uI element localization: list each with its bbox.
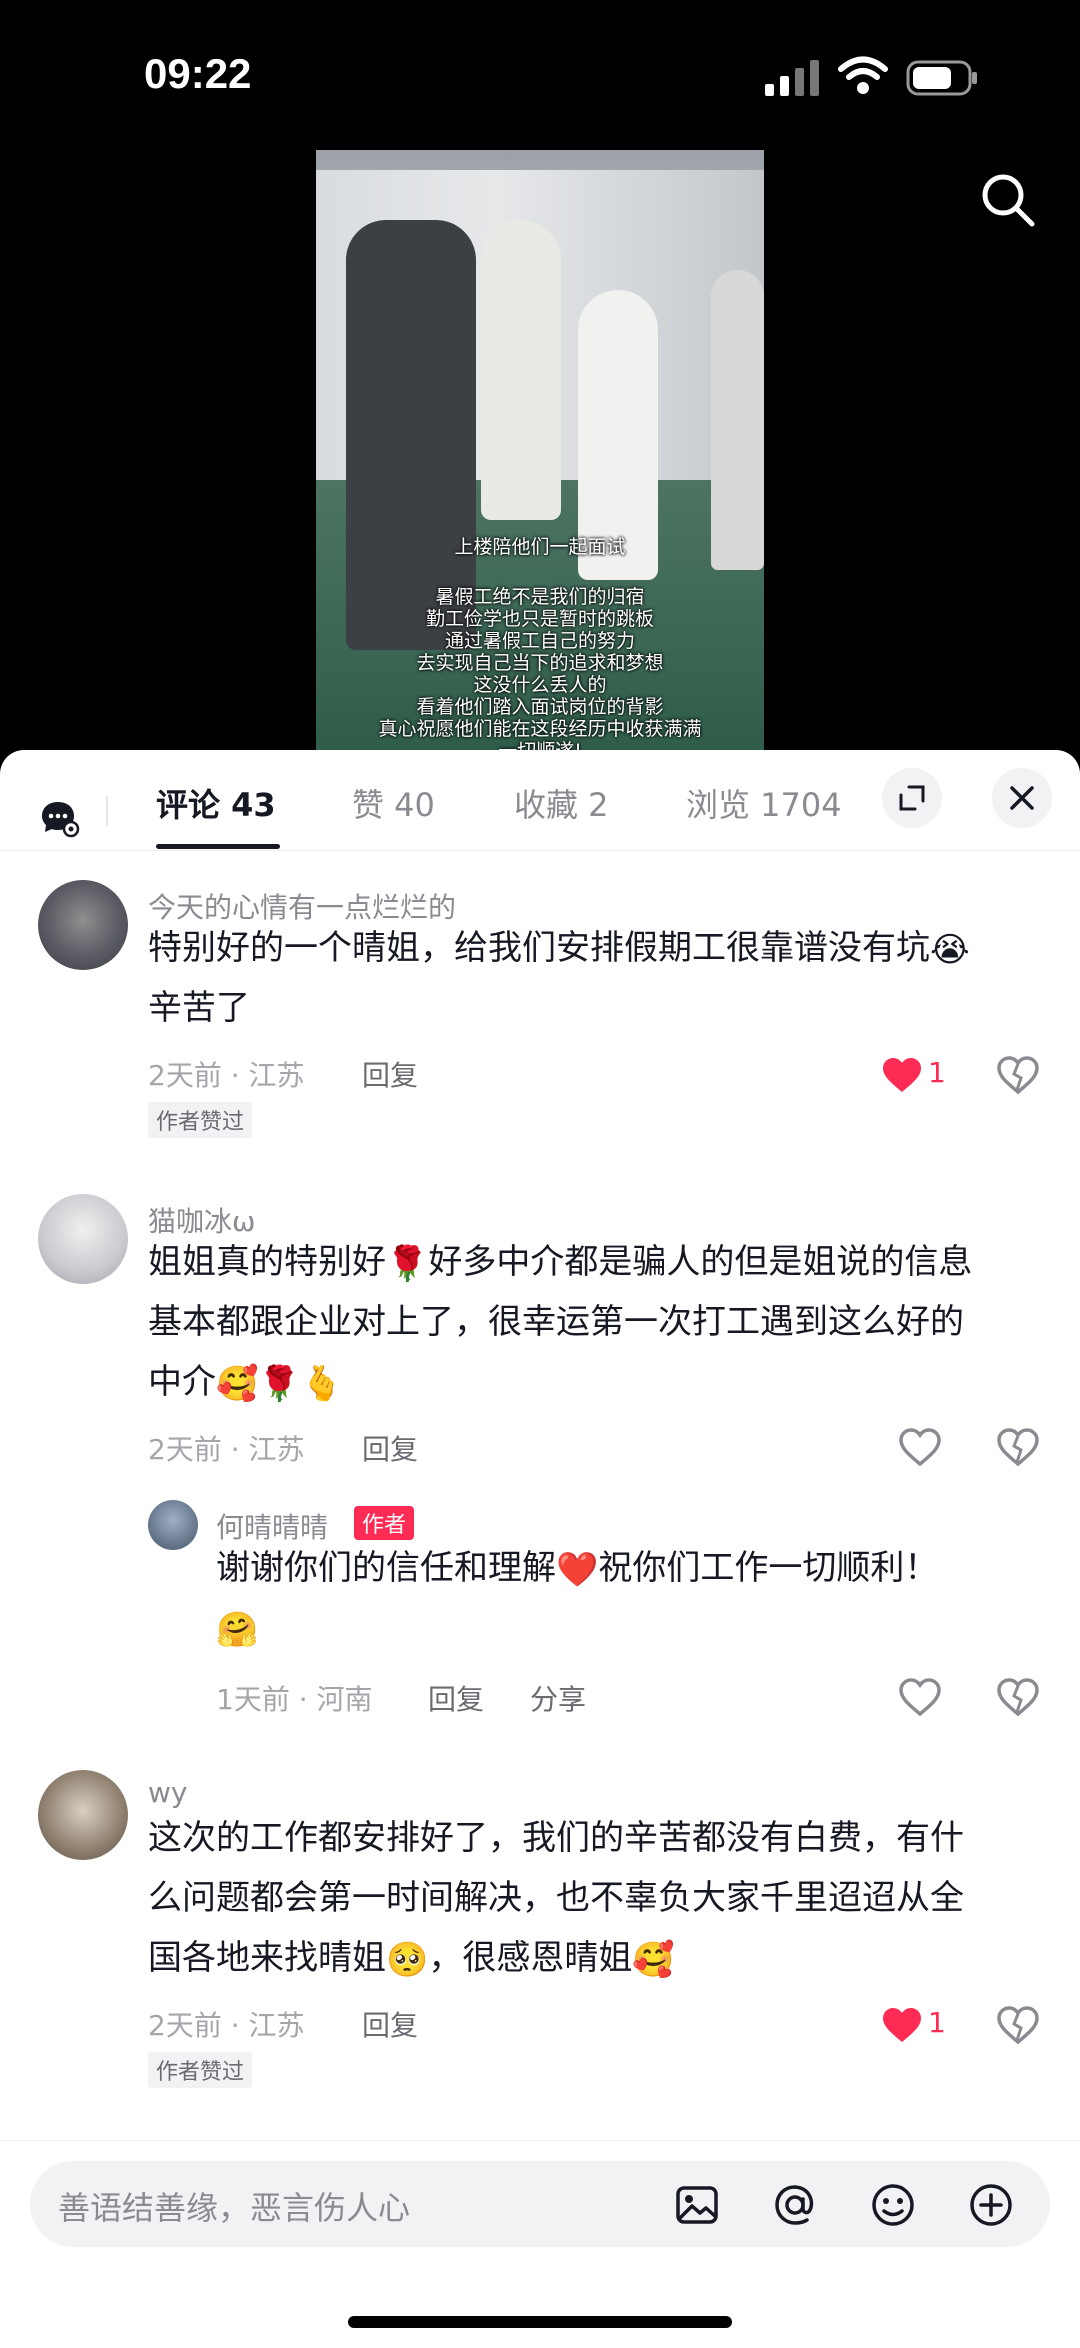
video-person-2 <box>481 220 561 520</box>
wifi-icon <box>838 56 888 94</box>
active-tab-indicator <box>156 844 280 849</box>
video-thumbnail[interactable]: 上楼陪他们一起面试 暑假工绝不是我们的归宿 勤工俭学也只是暂时的跳板 通过暑假工… <box>316 150 764 760</box>
comment-text-line: 好多中介都是骗人的但是姐说的信息 <box>428 1242 973 1282</box>
heart-hand-emoji: 🫰 <box>300 1363 344 1404</box>
comment-tab-bar: 评论 43 赞 40 收藏 2 浏览 1704 <box>0 750 1080 851</box>
video-caption-title: 上楼陪他们一起面试 <box>454 536 626 558</box>
share-button[interactable]: 分享 <box>530 1678 586 1718</box>
tab-views[interactable]: 浏览 1704 <box>686 780 842 826</box>
avatar[interactable] <box>38 1194 128 1284</box>
author-liked-badge: 作者赞过 <box>148 2052 253 2088</box>
comment-input[interactable]: 善语结善缘，恶言伤人心 <box>30 2161 1050 2247</box>
comment-text-line: 国各地来找晴姐 <box>148 1938 386 1978</box>
rose-emoji: 🌹 <box>386 1243 429 1284</box>
pleading-emoji: 🥺 <box>386 1939 429 1980</box>
expand-button[interactable] <box>882 768 942 828</box>
close-icon <box>1010 786 1034 810</box>
comment-text-line: 这次的工作都安排好了，我们的辛苦都没有白费，有什 <box>148 1818 964 1858</box>
search-icon[interactable] <box>978 170 1038 230</box>
cellular-signal-icon <box>765 60 819 96</box>
emoji-icon[interactable] <box>870 2182 916 2228</box>
rose-emoji: 🌹 <box>258 1363 301 1404</box>
comment-input-placeholder: 善语结善缘，恶言伤人心 <box>58 2189 411 2227</box>
reply-text-line: 谢谢你们的信任和理解 <box>216 1548 556 1588</box>
tab-divider <box>106 796 108 826</box>
reply-button[interactable]: 回复 <box>428 1678 484 1718</box>
reply-button[interactable]: 回复 <box>362 1054 418 1094</box>
heart-icon[interactable] <box>898 1426 942 1470</box>
comment-settings-icon[interactable] <box>40 798 80 838</box>
comment-meta: 2天前 · 江苏 <box>148 2009 305 2042</box>
heart-icon[interactable] <box>880 1054 924 1098</box>
comment-text: 姐姐真的特别好🌹好多中介都是骗人的但是姐说的信息 基本都跟企业对上了，很幸运第一… <box>148 1232 1048 1412</box>
comment-meta: 2天前 · 江苏 <box>148 1433 305 1466</box>
dislike-heart-icon[interactable] <box>996 1054 1040 1098</box>
reply-avatar[interactable] <box>148 1500 198 1550</box>
status-time: 09:22 <box>144 50 252 97</box>
comment-username[interactable]: wy <box>148 1776 187 1809</box>
image-icon[interactable] <box>674 2182 720 2228</box>
comment-text-line: 基本都跟企业对上了，很幸运第一次打工遇到这么好的 <box>148 1302 964 1342</box>
status-bar: 09:22 <box>0 0 1080 150</box>
hug-emoji: 🥰 <box>632 1939 675 1980</box>
reply-button[interactable]: 回复 <box>362 2004 418 2044</box>
avatar[interactable] <box>38 880 128 970</box>
tab-likes[interactable]: 赞 40 <box>352 780 435 826</box>
comment-sheet: 评论 43 赞 40 收藏 2 浏览 1704 今天的心情有一点烂烂的 特别好的… <box>0 750 1080 2347</box>
reply-text-line: 祝你们工作一切顺利！ <box>598 1548 939 1588</box>
comment-text-line: 姐姐真的特别好 <box>148 1242 386 1282</box>
tab-favorites[interactable]: 收藏 2 <box>514 780 609 826</box>
video-person-4 <box>711 270 764 570</box>
battery-icon <box>906 60 977 96</box>
dislike-heart-icon[interactable] <box>996 2004 1040 2048</box>
heart-emoji: ❤️ <box>556 1549 599 1590</box>
hug-emoji: 🤗 <box>216 1609 259 1650</box>
comment-text-line: 特别好的一个晴姐，给我们安排假期工很靠谱没有坑 <box>148 928 930 968</box>
at-icon[interactable] <box>772 2182 818 2228</box>
plus-icon[interactable] <box>968 2182 1014 2228</box>
like-count: 1 <box>928 2006 946 2039</box>
crying-emoji: 😭 <box>930 929 970 970</box>
expand-icon <box>899 785 925 811</box>
comment-text: 特别好的一个晴姐，给我们安排假期工很靠谱没有坑😭 辛苦了 <box>148 918 1048 1038</box>
dislike-heart-icon[interactable] <box>996 1426 1040 1470</box>
like-count: 1 <box>928 1056 946 1089</box>
tab-comments[interactable]: 评论 43 <box>156 780 276 826</box>
author-liked-badge: 作者赞过 <box>148 1102 253 1138</box>
comment-text-line: 中介 <box>148 1362 216 1402</box>
home-indicator <box>348 2316 732 2328</box>
close-button[interactable] <box>992 768 1052 828</box>
comment-text: 这次的工作都安排好了，我们的辛苦都没有白费，有什 么问题都会第一时间解决，也不辜… <box>148 1808 1048 1988</box>
author-tag: 作者 <box>354 1506 415 1540</box>
comment-text-line: ，很感恩晴姐 <box>428 1938 633 1978</box>
hug-emoji: 🥰 <box>216 1363 259 1404</box>
video-player[interactable]: 上楼陪他们一起面试 暑假工绝不是我们的归宿 勤工俭学也只是暂时的跳板 通过暑假工… <box>0 150 1080 760</box>
comment-text-line: 辛苦了 <box>148 988 250 1028</box>
comment-text-line: 么问题都会第一时间解决，也不辜负大家千里迢迢从全 <box>148 1878 964 1918</box>
avatar[interactable] <box>38 1770 128 1860</box>
dislike-heart-icon[interactable] <box>996 1676 1040 1720</box>
reply-meta: 1天前 · 河南 <box>216 1683 373 1716</box>
heart-icon[interactable] <box>898 1676 942 1720</box>
heart-icon[interactable] <box>880 2004 924 2048</box>
reply-button[interactable]: 回复 <box>362 1428 418 1468</box>
reply-text: 谢谢你们的信任和理解❤️祝你们工作一切顺利！ 🤗 <box>216 1538 1016 1658</box>
comment-meta: 2天前 · 江苏 <box>148 1059 305 1092</box>
